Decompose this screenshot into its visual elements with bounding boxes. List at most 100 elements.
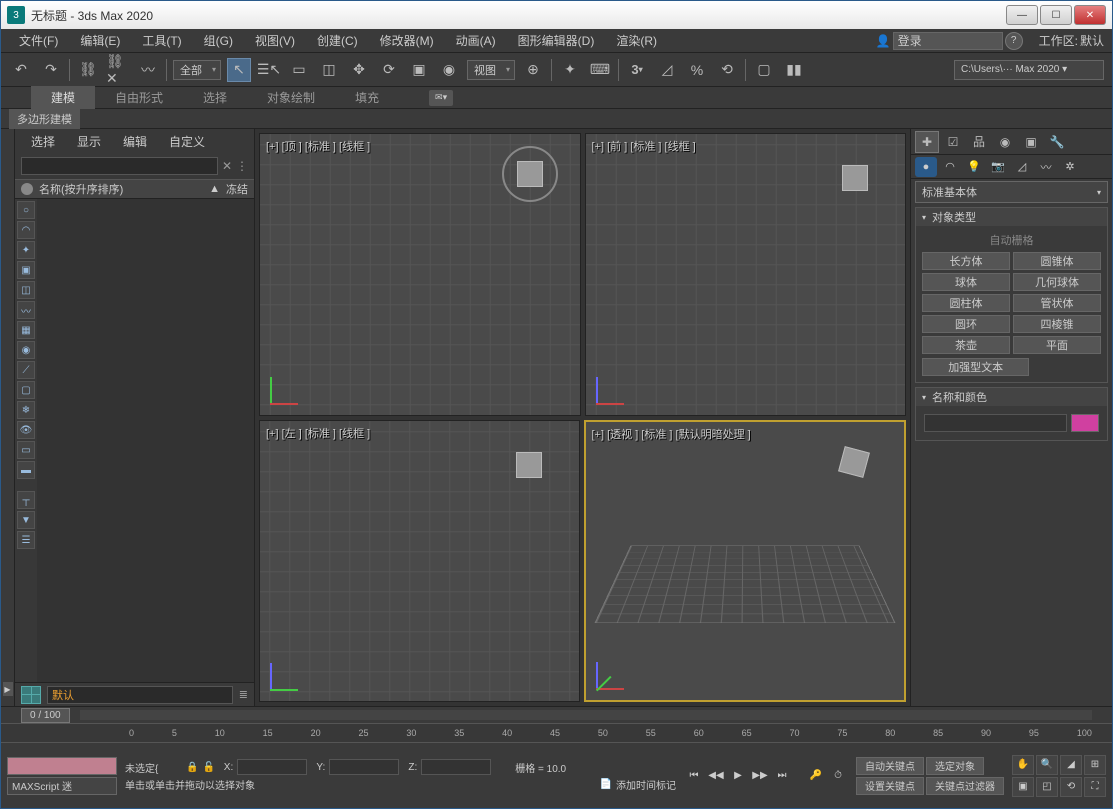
- se-tool1-icon[interactable]: ┬: [17, 491, 35, 509]
- se-tab-display[interactable]: 显示: [67, 130, 111, 153]
- ribbon-tab-object-paint[interactable]: 对象绘制: [247, 86, 335, 109]
- rollout-header-nc[interactable]: 名称和颜色: [916, 388, 1107, 406]
- timeline-track[interactable]: [80, 710, 1092, 720]
- cmd-hierarchy-icon[interactable]: 品: [967, 131, 991, 153]
- time-config-icon[interactable]: ⏱: [828, 766, 848, 786]
- filter-camera-icon[interactable]: ▣: [17, 261, 35, 279]
- rollout-header[interactable]: 对象类型: [916, 208, 1107, 226]
- move-icon[interactable]: ✥: [347, 58, 371, 82]
- filter-light-icon[interactable]: ✦: [17, 241, 35, 259]
- auto-grid-checkbox[interactable]: 自动栅格: [920, 230, 1103, 250]
- viewport-top[interactable]: [+] [顶 ] [标准 ] [线框 ]: [259, 133, 581, 416]
- viewcube-top[interactable]: [500, 144, 560, 204]
- sub-lights-icon[interactable]: 💡: [963, 157, 985, 177]
- link-icon[interactable]: ⛓: [76, 58, 100, 82]
- add-time-tag[interactable]: 添加时间标记: [616, 777, 676, 792]
- search-options-icon[interactable]: ⋮: [236, 159, 248, 173]
- filter-spacewarp-icon[interactable]: 〰: [17, 301, 35, 319]
- se-tool3-icon[interactable]: ☰: [17, 531, 35, 549]
- nav-fov-icon[interactable]: ◢: [1060, 755, 1082, 775]
- filter-xref-icon[interactable]: ◉: [17, 341, 35, 359]
- select-icon[interactable]: ↖: [227, 58, 251, 82]
- mail-icon[interactable]: ✉▾: [429, 90, 453, 106]
- cmd-modify-icon[interactable]: ☑: [941, 131, 965, 153]
- percent-snap-icon[interactable]: %: [685, 58, 709, 82]
- help-button[interactable]: ?: [1005, 32, 1023, 50]
- filter-frozen-icon[interactable]: ❄: [17, 401, 35, 419]
- scale-icon[interactable]: ▣: [407, 58, 431, 82]
- rect-select-icon[interactable]: ▭: [287, 58, 311, 82]
- redo-icon[interactable]: ↷: [39, 58, 63, 82]
- ribbon-tab-populate[interactable]: 填充: [335, 86, 399, 109]
- placement-icon[interactable]: ◉: [437, 58, 461, 82]
- nav-zoomall-icon[interactable]: ⊞: [1084, 755, 1106, 775]
- menu-file[interactable]: 文件(F): [9, 30, 68, 51]
- cmd-create-icon[interactable]: ✚: [915, 131, 939, 153]
- layer-default[interactable]: 默认: [47, 686, 233, 704]
- ref-coord[interactable]: 视图: [467, 60, 515, 80]
- filter-hidden-icon[interactable]: 👁: [17, 421, 35, 439]
- btn-cylinder[interactable]: 圆柱体: [922, 294, 1010, 312]
- btn-cone[interactable]: 圆锥体: [1013, 252, 1101, 270]
- sub-spacewarps-icon[interactable]: 〰: [1035, 157, 1057, 177]
- filter-all-icon[interactable]: ▭: [17, 441, 35, 459]
- timeline[interactable]: 0 / 100: [1, 707, 1112, 723]
- viewport-perspective[interactable]: [+] [透视 ] [标准 ] [默认明暗处理 ]: [584, 420, 907, 703]
- sub-shapes-icon[interactable]: ◠: [939, 157, 961, 177]
- set-key-button[interactable]: 设置关键点: [856, 777, 924, 795]
- sub-helpers-icon[interactable]: ◿: [1011, 157, 1033, 177]
- rotate-icon[interactable]: ⟳: [377, 58, 401, 82]
- timeline-pos[interactable]: 0 / 100: [21, 708, 70, 723]
- btn-pyramid[interactable]: 四棱锥: [1013, 315, 1101, 333]
- key-filters-button[interactable]: 关键点过滤器: [926, 777, 1004, 795]
- se-tab-edit[interactable]: 编辑: [113, 130, 157, 153]
- cmd-motion-icon[interactable]: ◉: [993, 131, 1017, 153]
- filter-none-icon[interactable]: ▬: [17, 461, 35, 479]
- viewport-layout-icon[interactable]: [21, 686, 41, 704]
- unlink-icon[interactable]: ⛓✕: [106, 58, 130, 82]
- layers-icon[interactable]: ≣: [239, 688, 248, 701]
- selection-filter[interactable]: 全部: [173, 60, 221, 80]
- time-ruler[interactable]: 0510152025303540455055606570758085909510…: [1, 723, 1112, 743]
- btn-plane[interactable]: 平面: [1013, 336, 1101, 354]
- selected-obj-button[interactable]: 选定对象: [926, 757, 984, 775]
- z-coord[interactable]: [421, 759, 491, 775]
- menu-create[interactable]: 创建(C): [307, 30, 368, 51]
- sub-geometry-icon[interactable]: ●: [915, 157, 937, 177]
- cmd-display-icon[interactable]: ▣: [1019, 131, 1043, 153]
- nav-zoomext-icon[interactable]: ▣: [1012, 777, 1034, 797]
- lock-icon[interactable]: 🔓: [203, 762, 215, 773]
- btn-teapot[interactable]: 茶壶: [922, 336, 1010, 354]
- ribbon-tab-selection[interactable]: 选择: [183, 86, 247, 109]
- object-name-input[interactable]: [924, 414, 1067, 432]
- prev-frame-icon[interactable]: ◀◀: [706, 766, 726, 786]
- ribbon-tab-freeform[interactable]: 自由形式: [95, 86, 183, 109]
- nav-region-icon[interactable]: ◰: [1036, 777, 1058, 797]
- snap-icon[interactable]: 3▾: [625, 58, 649, 82]
- viewport-left[interactable]: [+] [左 ] [标准 ] [线框 ]: [259, 420, 580, 703]
- manipulate-icon[interactable]: ✦: [558, 58, 582, 82]
- filter-geometry-icon[interactable]: ○: [17, 201, 35, 219]
- nav-orbit-icon[interactable]: ⟲: [1060, 777, 1082, 797]
- auto-key-button[interactable]: 自动关键点: [856, 757, 924, 775]
- se-tool2-icon[interactable]: ▼: [17, 511, 35, 529]
- goto-end-icon[interactable]: ⏭: [772, 766, 792, 786]
- menu-group[interactable]: 组(G): [194, 30, 243, 51]
- name-column[interactable]: 名称(按升序排序): [39, 181, 203, 197]
- keyboard-icon[interactable]: ⌨: [588, 58, 612, 82]
- se-tab-custom[interactable]: 自定义: [159, 130, 215, 153]
- workspace-value[interactable]: 默认: [1080, 32, 1104, 49]
- sub-cameras-icon[interactable]: 📷: [987, 157, 1009, 177]
- named-sel-icon[interactable]: ▢: [752, 58, 776, 82]
- goto-start-icon[interactable]: ⏮: [684, 766, 704, 786]
- ribbon-tab-modeling[interactable]: 建模: [31, 86, 95, 109]
- next-frame-icon[interactable]: ▶▶: [750, 766, 770, 786]
- filter-helper-icon[interactable]: ◫: [17, 281, 35, 299]
- nav-zoom-icon[interactable]: 🔍: [1036, 755, 1058, 775]
- angle-snap-icon[interactable]: ◿: [655, 58, 679, 82]
- menu-tools[interactable]: 工具(T): [132, 30, 191, 51]
- filter-shape-icon[interactable]: ◠: [17, 221, 35, 239]
- window-crossing-icon[interactable]: ◫: [317, 58, 341, 82]
- color-swatch[interactable]: [1071, 414, 1099, 432]
- play-icon[interactable]: ▶: [728, 766, 748, 786]
